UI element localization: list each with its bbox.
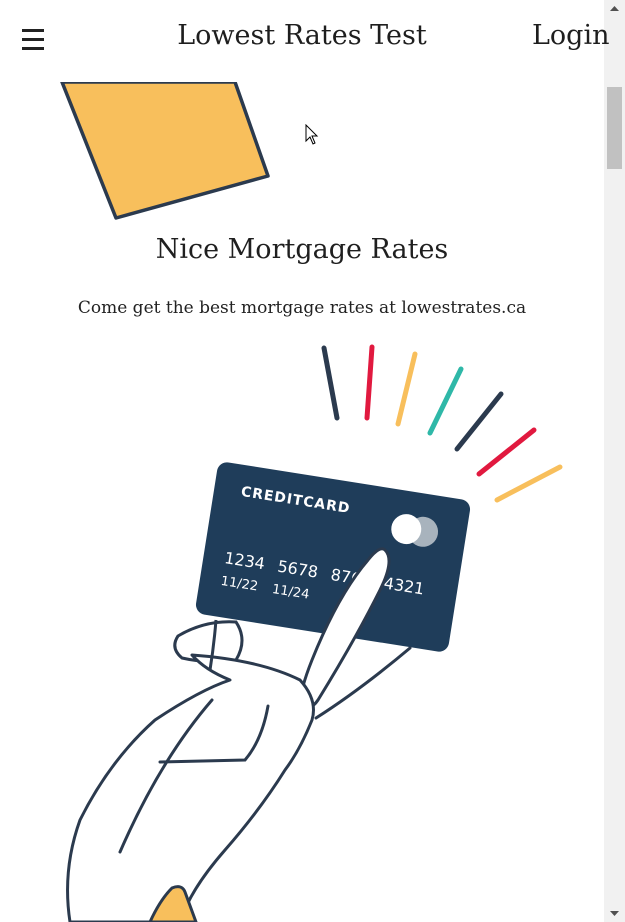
credit-card-hand-illustration: CREDITCARD 1234 5678 8765 4321 11/22 11/… xyxy=(66,344,563,922)
login-link[interactable]: Login xyxy=(532,20,610,51)
yellow-paper-shape xyxy=(60,80,270,220)
top-nav-bar: Lowest Rates Test Login xyxy=(0,0,610,82)
scrollbar-thumb[interactable] xyxy=(607,87,622,169)
site-title[interactable]: Lowest Rates Test xyxy=(0,20,604,51)
scroll-up-arrow-icon[interactable] xyxy=(604,0,625,17)
page-content: Nice Mortgage Rates Come get the best mo… xyxy=(0,0,604,922)
sparkle-lines xyxy=(321,344,563,503)
scroll-down-arrow-icon[interactable] xyxy=(604,905,625,922)
hand-body xyxy=(66,653,315,922)
mouse-cursor-icon xyxy=(305,124,319,145)
vertical-scrollbar[interactable] xyxy=(604,0,625,922)
section-subtext: Come get the best mortgage rates at lowe… xyxy=(77,298,527,318)
section-heading: Nice Mortgage Rates xyxy=(155,234,449,265)
